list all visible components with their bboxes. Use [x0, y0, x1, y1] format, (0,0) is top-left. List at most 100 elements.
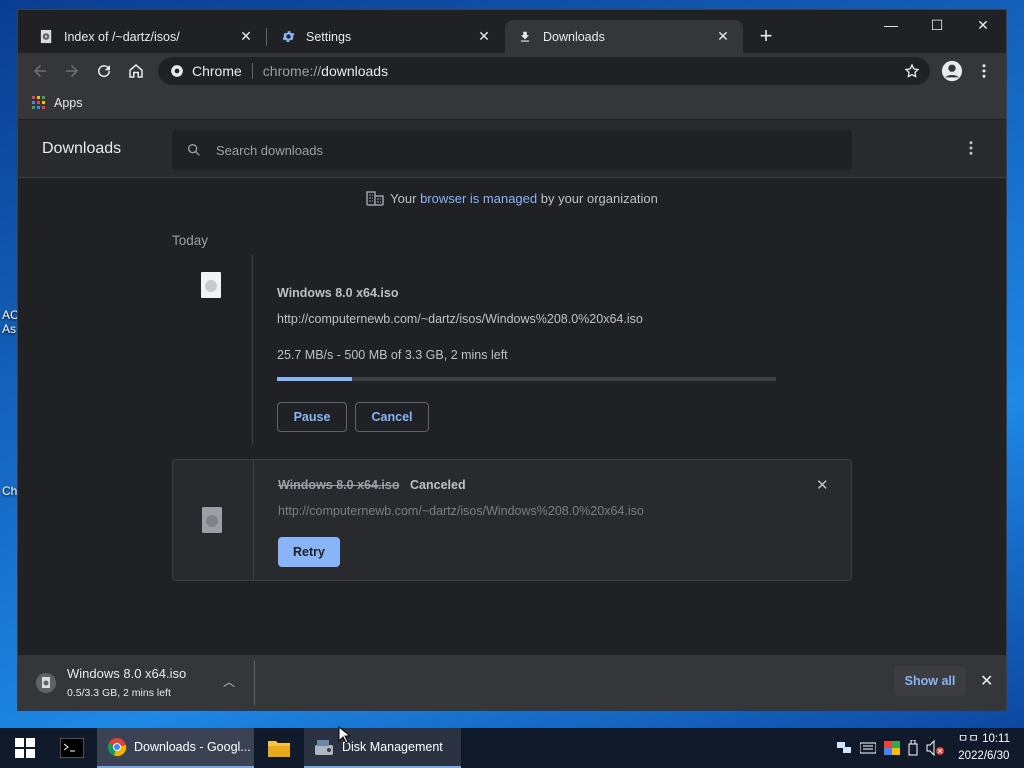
tab-title: Index of /~dartz/isos/: [64, 29, 180, 44]
close-window-button[interactable]: ✕: [960, 10, 1006, 40]
download-status: Canceled: [410, 478, 466, 492]
bookmark-star-icon[interactable]: [904, 63, 920, 79]
forward-arrow-icon: [66, 65, 78, 77]
taskbar-app-label: Downloads - Googl...: [134, 740, 251, 754]
profile-button[interactable]: [940, 59, 964, 83]
chrome-chip[interactable]: Chrome: [158, 63, 242, 79]
downloads-page: Downloads Search downloads Your browser …: [18, 120, 1006, 654]
taskbar-app-label: Disk Management: [342, 740, 443, 754]
tab-title: Downloads: [543, 29, 605, 44]
search-downloads-input[interactable]: Search downloads: [172, 130, 852, 170]
shelf-download-item[interactable]: Windows 8.0 x64.iso 0.5/3.3 GB, 2 mins l…: [18, 655, 254, 711]
new-tab-button[interactable]: +: [754, 23, 778, 48]
maximize-button[interactable]: ☐: [914, 10, 960, 40]
managed-text-pre: Your: [390, 191, 421, 206]
taskbar: Downloads - Googl... Disk Management ㅁㅁ …: [0, 728, 1024, 768]
iso-file-icon: [202, 507, 222, 533]
volume-muted-icon[interactable]: [926, 740, 944, 756]
pause-button[interactable]: Pause: [277, 402, 347, 432]
downloads-header: Downloads Search downloads: [18, 120, 1006, 178]
search-icon: [188, 144, 200, 156]
shelf-progress-text: 0.5/3.3 GB, 2 mins left: [67, 687, 171, 699]
taskbar-app-disk-management[interactable]: Disk Management: [304, 728, 461, 768]
keyboard-icon[interactable]: [859, 742, 876, 754]
url-host: downloads: [321, 63, 389, 79]
close-tab-icon[interactable]: ✕: [715, 28, 731, 45]
clock-prefix: ㅁㅁ: [957, 733, 979, 745]
cancel-button[interactable]: Cancel: [355, 402, 429, 432]
chrome-chip-label: Chrome: [192, 63, 242, 79]
more-vert-icon: [982, 64, 986, 78]
toolbar: Chrome chrome://downloads: [18, 53, 1006, 89]
taskbar-app-chrome[interactable]: Downloads - Googl...: [97, 728, 254, 768]
folder-icon: [268, 741, 290, 757]
home-icon: [129, 64, 143, 78]
close-tab-icon[interactable]: ✕: [476, 28, 492, 45]
remove-from-list-icon[interactable]: ✕: [816, 476, 829, 494]
network-icon[interactable]: [836, 741, 852, 755]
terminal-taskbar-button[interactable]: [54, 728, 90, 768]
download-progress-fill: [277, 377, 352, 381]
chevron-up-icon[interactable]: ︿: [223, 673, 235, 690]
disk-management-icon: [315, 740, 333, 755]
chrome-menu-button[interactable]: [972, 59, 996, 83]
tab-downloads[interactable]: Downloads ✕: [505, 20, 743, 53]
retry-button[interactable]: Retry: [278, 537, 340, 567]
tab-settings[interactable]: Settings ✕: [268, 20, 504, 53]
download-url[interactable]: http://computernewb.com/~dartz/isos/Wind…: [278, 504, 644, 518]
tab-title: Settings: [306, 29, 352, 44]
home-button[interactable]: [124, 59, 148, 83]
iso-file-icon[interactable]: [201, 272, 221, 298]
desktop-label[interactable]: Ch: [2, 484, 17, 498]
section-label-today: Today: [172, 233, 209, 248]
tab-strip: Index of /~dartz/isos/ ✕ Settings ✕ Down…: [18, 10, 1006, 53]
download-url[interactable]: http://computernewb.com/~dartz/isos/Wind…: [277, 312, 643, 326]
back-button[interactable]: [28, 59, 52, 83]
managed-link[interactable]: browser is managed: [420, 191, 537, 206]
download-filename[interactable]: Windows 8.0 x64.iso: [277, 286, 398, 300]
terminal-icon: [60, 738, 84, 758]
page-title: Downloads: [42, 140, 122, 157]
chrome-logo-icon: [171, 65, 183, 77]
close-tab-icon[interactable]: ✕: [238, 28, 254, 45]
shelf-filename: Windows 8.0 x64.iso: [67, 666, 187, 681]
apps-label: Apps: [54, 96, 83, 110]
system-tray: ㅁㅁ 10:11 2022/6/30: [836, 728, 1024, 768]
download-filename: Windows 8.0 x64.iso: [278, 478, 400, 492]
download-icon-column: [172, 255, 253, 445]
omnibox-divider: [251, 63, 253, 79]
account-icon: [941, 60, 963, 82]
download-item-canceled: Windows 8.0 x64.iso Canceled http://comp…: [172, 459, 852, 581]
forward-button[interactable]: [60, 59, 84, 83]
reload-icon: [98, 65, 111, 78]
clock-time: 10:11: [982, 733, 1010, 745]
desktop-label[interactable]: AC: [2, 308, 19, 322]
back-arrow-icon: [34, 65, 46, 77]
apps-shortcut[interactable]: Apps: [32, 96, 83, 110]
apps-grid-icon: [32, 96, 45, 109]
file-progress-icon: [36, 673, 56, 693]
minimize-button[interactable]: —: [868, 10, 914, 40]
close-shelf-icon[interactable]: ✕: [980, 671, 993, 691]
search-placeholder: Search downloads: [216, 142, 323, 158]
clock-date: 2022/6/30: [958, 750, 1010, 762]
color-settings-icon[interactable]: [883, 741, 900, 755]
download-icon-column: [173, 460, 254, 580]
usb-device-icon[interactable]: [908, 740, 918, 756]
clock[interactable]: ㅁㅁ 10:11 2022/6/30: [950, 731, 1024, 765]
tab-index-of-isos[interactable]: Index of /~dartz/isos/ ✕: [26, 20, 266, 53]
chrome-icon: [107, 738, 127, 757]
downloads-menu-button[interactable]: [962, 139, 980, 162]
gear-icon: [280, 29, 296, 45]
desktop-label[interactable]: As: [2, 322, 16, 336]
download-progress-text: 25.7 MB/s - 500 MB of 3.3 GB, 2 mins lef…: [277, 348, 508, 362]
show-all-button[interactable]: Show all: [894, 666, 966, 696]
download-item-active: Windows 8.0 x64.iso http://computernewb.…: [172, 255, 852, 445]
download-progress-bar: [277, 377, 776, 381]
reload-button[interactable]: [92, 59, 116, 83]
windows-logo-icon: [15, 738, 35, 758]
building-icon: [366, 191, 384, 206]
file-explorer-taskbar-button[interactable]: [262, 728, 296, 768]
address-bar[interactable]: Chrome chrome://downloads: [158, 57, 930, 85]
start-button[interactable]: [10, 728, 40, 768]
